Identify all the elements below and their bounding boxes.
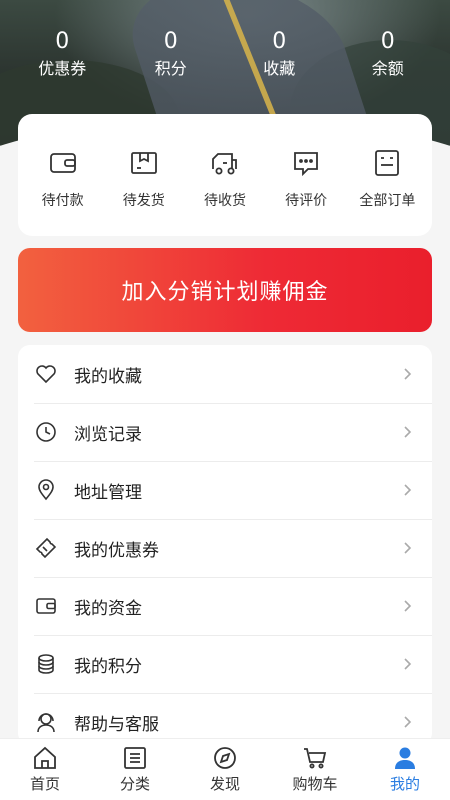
chevron-right-icon bbox=[404, 716, 412, 728]
order-pending-payment[interactable]: 待付款 bbox=[24, 114, 102, 236]
stat-balance[interactable]: 0 余额 bbox=[338, 28, 438, 80]
clock-icon bbox=[36, 422, 56, 442]
category-icon bbox=[124, 747, 146, 769]
menu-item-funds[interactable]: 我的资金 bbox=[18, 577, 432, 635]
heart-icon bbox=[36, 365, 56, 384]
chevron-right-icon bbox=[404, 368, 412, 380]
tab-label: 我的 bbox=[389, 775, 420, 793]
menu-item-label: 我的优惠券 bbox=[74, 540, 159, 561]
order-label: 待收货 bbox=[203, 193, 246, 209]
order-pending-receipt[interactable]: 待收货 bbox=[186, 114, 264, 236]
order-all[interactable]: 全部订单 bbox=[348, 114, 426, 236]
coupon-icon bbox=[35, 537, 57, 559]
tab-cart[interactable]: 购物车 bbox=[275, 739, 355, 800]
order-label: 全部订单 bbox=[359, 193, 416, 209]
tab-me[interactable]: 我的 bbox=[365, 739, 445, 800]
order-pending-review[interactable]: 待评价 bbox=[267, 114, 345, 236]
menu-item-history[interactable]: 浏览记录 bbox=[18, 403, 432, 461]
coins-icon bbox=[38, 654, 54, 674]
support-icon bbox=[37, 713, 55, 733]
affiliate-banner-button[interactable]: 加入分销计划赚佣金 bbox=[18, 248, 432, 332]
tab-category[interactable]: 分类 bbox=[95, 739, 175, 800]
order-label: 待评价 bbox=[285, 193, 328, 209]
stat-coupons[interactable]: 0 优惠券 bbox=[12, 28, 112, 80]
stat-value: 0 bbox=[163, 29, 178, 54]
stat-label: 优惠券 bbox=[38, 59, 87, 78]
menu-list: 我的收藏 浏览记录 地址管理 我的优惠券 我的资金 我的积分 帮助与客服 bbox=[18, 345, 432, 745]
chevron-right-icon bbox=[404, 600, 412, 612]
tab-label: 首页 bbox=[29, 775, 60, 793]
cart-icon bbox=[304, 748, 327, 769]
stat-value: 0 bbox=[380, 29, 395, 54]
comment-icon bbox=[294, 152, 319, 177]
tab-label: 分类 bbox=[119, 775, 150, 793]
menu-item-label: 我的收藏 bbox=[74, 366, 142, 387]
menu-item-label: 帮助与客服 bbox=[74, 714, 159, 735]
discover-icon bbox=[214, 747, 236, 769]
menu-item-label: 我的积分 bbox=[74, 656, 142, 677]
package-icon bbox=[130, 152, 157, 174]
bottom-tab-bar: 首页 分类 发现 购物车 我的 bbox=[0, 738, 450, 800]
chevron-right-icon bbox=[404, 542, 412, 554]
stats-row: 0 优惠券 0 积分 0 收藏 0 余额 bbox=[0, 28, 450, 80]
stat-label: 积分 bbox=[154, 59, 187, 78]
order-list-icon bbox=[375, 150, 400, 176]
stat-label: 余额 bbox=[371, 59, 404, 78]
home-icon bbox=[34, 746, 56, 769]
tab-label: 发现 bbox=[209, 775, 240, 793]
wallet-icon bbox=[36, 598, 56, 614]
menu-item-points[interactable]: 我的积分 bbox=[18, 635, 432, 693]
wallet-icon bbox=[49, 153, 76, 173]
menu-item-favorites[interactable]: 我的收藏 bbox=[18, 345, 432, 403]
stat-value: 0 bbox=[272, 29, 287, 54]
menu-item-label: 地址管理 bbox=[74, 482, 142, 503]
tab-discover[interactable]: 发现 bbox=[185, 739, 265, 800]
order-label: 待付款 bbox=[41, 193, 84, 209]
chevron-right-icon bbox=[404, 658, 412, 670]
location-icon bbox=[38, 479, 54, 501]
orders-card: 待付款 待发货 待收货 待评价 全部订单 bbox=[18, 114, 432, 236]
menu-item-label: 我的资金 bbox=[74, 598, 142, 619]
stat-value: 0 bbox=[55, 29, 70, 54]
stat-label: 收藏 bbox=[263, 59, 296, 78]
truck-icon bbox=[212, 153, 237, 175]
user-icon bbox=[395, 747, 415, 769]
stat-favorites[interactable]: 0 收藏 bbox=[229, 28, 329, 80]
menu-item-coupons[interactable]: 我的优惠券 bbox=[18, 519, 432, 577]
tab-home[interactable]: 首页 bbox=[5, 739, 85, 800]
chevron-right-icon bbox=[404, 426, 412, 438]
menu-item-address[interactable]: 地址管理 bbox=[18, 461, 432, 519]
tab-label: 购物车 bbox=[292, 775, 338, 793]
order-pending-shipment[interactable]: 待发货 bbox=[105, 114, 183, 236]
menu-item-label: 浏览记录 bbox=[74, 424, 142, 445]
stat-points[interactable]: 0 积分 bbox=[121, 28, 221, 80]
order-label: 待发货 bbox=[122, 193, 165, 209]
chevron-right-icon bbox=[404, 484, 412, 496]
